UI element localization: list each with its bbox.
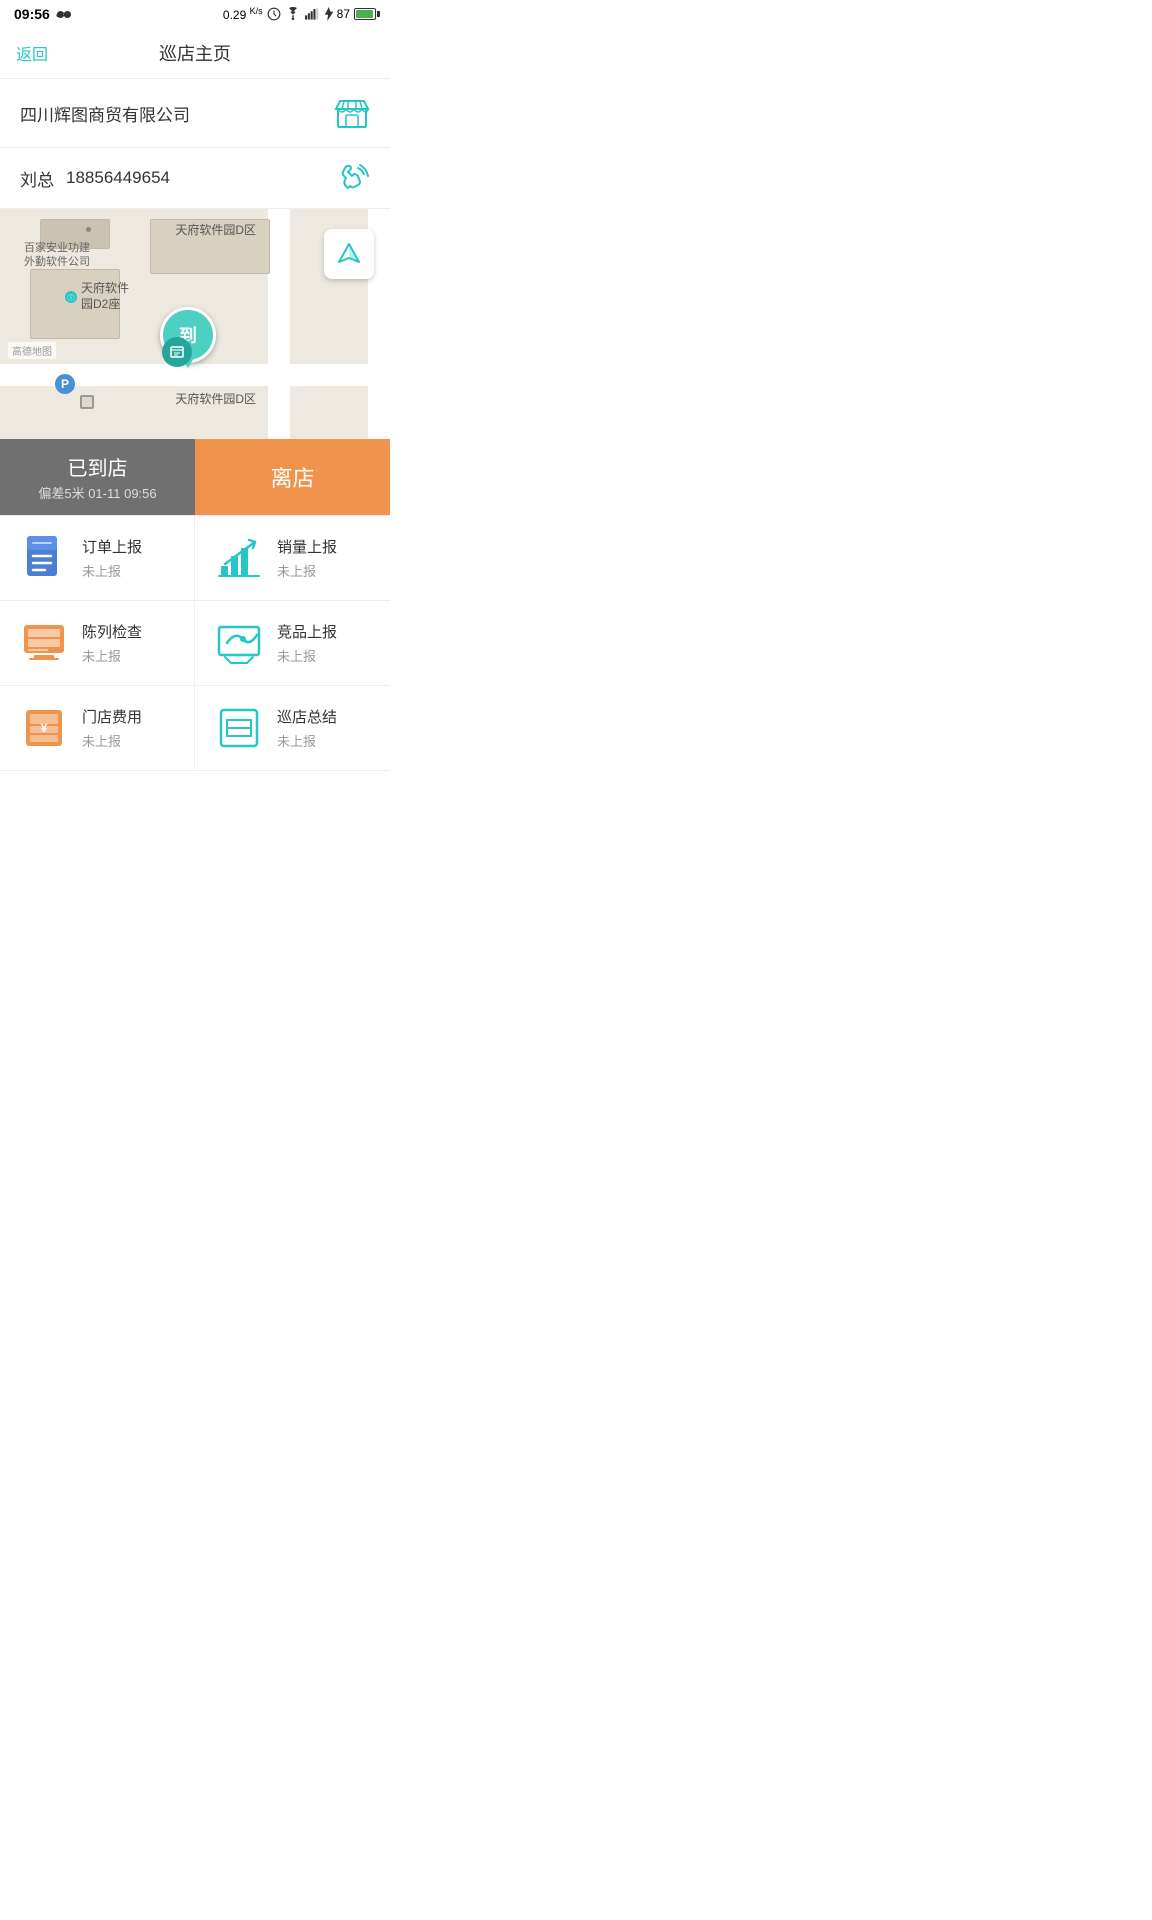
marker-sub-icon [162, 337, 192, 367]
company-section: 四川辉图商贸有限公司 [0, 79, 390, 148]
leave-label: 离店 [270, 461, 314, 493]
status-left: 09:56 ∞ [14, 6, 73, 22]
back-button[interactable]: 返回 [16, 41, 48, 65]
navigate-button[interactable] [324, 229, 374, 279]
map-label-park-d-bottom: 天府软件园D区 [171, 388, 260, 409]
action-item-competitor[interactable]: 竞品上报 未上报 [195, 601, 390, 686]
company-name: 四川辉图商贸有限公司 [20, 101, 190, 126]
map-label-d2: ⓘ 天府软件园D2座 [60, 279, 133, 314]
action-grid: 订单上报 未上报 销量上报 未上报 [0, 515, 390, 771]
fee-title: 门店费用 [82, 706, 142, 727]
order-icon [20, 534, 68, 582]
arrived-sub: 偏差5米 01-11 09:56 [38, 483, 156, 502]
fee-icon: ¥ [20, 704, 68, 752]
charging-icon [323, 7, 333, 21]
display-title: 陈列检查 [82, 621, 142, 642]
action-item-fee[interactable]: ¥ 门店费用 未上报 [0, 686, 195, 771]
clock-icon [267, 7, 281, 21]
action-text-sales: 销量上报 未上报 [277, 536, 337, 580]
map-watermark: 高德地图 [8, 342, 56, 359]
signal-icon [305, 7, 319, 21]
summary-status: 未上报 [277, 731, 337, 750]
status-right: 0.29 K/s 87 [223, 6, 376, 22]
action-text-competitor: 竞品上报 未上报 [277, 621, 337, 665]
sales-status: 未上报 [277, 561, 337, 580]
action-item-summary[interactable]: 巡店总结 未上报 [195, 686, 390, 771]
page-title: 巡店主页 [159, 40, 231, 66]
map-actions: 已到店 偏差5米 01-11 09:56 离店 [0, 439, 390, 515]
map-section: 天府软件园D区 百家安业功建外勤软件公司 ⓘ 天府软件园D2座 天府软件园D区 … [0, 209, 390, 439]
page-header: 返回 巡店主页 [0, 28, 390, 79]
action-item-display[interactable]: 陈列检查 未上报 [0, 601, 195, 686]
action-text-order: 订单上报 未上报 [82, 536, 142, 580]
contact-name: 刘总 [20, 166, 54, 191]
summary-icon [215, 704, 263, 752]
arrived-label: 已到店 [68, 452, 128, 481]
speed-display: 0.29 K/s [223, 6, 263, 22]
svg-text:∞: ∞ [56, 10, 62, 20]
parking-icon: P [55, 374, 75, 394]
small-building [80, 395, 94, 409]
sales-title: 销量上报 [277, 536, 337, 557]
action-item-order[interactable]: 订单上报 未上报 [0, 516, 195, 601]
contact-info: 刘总 18856449654 [20, 166, 170, 191]
infinity-icon: ∞ [55, 7, 73, 21]
competitor-icon [215, 619, 263, 667]
status-bar: 09:56 ∞ 0.29 K/s [0, 0, 390, 28]
leave-button[interactable]: 离店 [195, 439, 390, 515]
map-label-park-d: 天府软件园D区 [171, 219, 260, 240]
svg-text:¥: ¥ [41, 721, 48, 735]
arrived-button[interactable]: 已到店 偏差5米 01-11 09:56 [0, 439, 195, 515]
action-item-sales[interactable]: 销量上报 未上报 [195, 516, 390, 601]
battery-level: 87 [337, 7, 350, 21]
order-title: 订单上报 [82, 536, 142, 557]
phone-icon[interactable] [338, 162, 370, 194]
svg-text:ⓘ: ⓘ [68, 294, 75, 302]
road-vertical [268, 209, 290, 439]
contact-phone: 18856449654 [66, 168, 170, 188]
map-background: 天府软件园D区 百家安业功建外勤软件公司 ⓘ 天府软件园D2座 天府软件园D区 … [0, 209, 390, 439]
wifi-icon [285, 7, 301, 21]
action-text-fee: 门店费用 未上报 [82, 706, 142, 750]
order-status: 未上报 [82, 561, 142, 580]
battery-icon [354, 8, 376, 20]
contact-section[interactable]: 刘总 18856449654 [0, 148, 390, 209]
display-icon [20, 619, 68, 667]
map-label-company: 百家安业功建外勤软件公司 [20, 239, 94, 272]
display-status: 未上报 [82, 646, 142, 665]
status-time: 09:56 [14, 6, 50, 22]
store-icon [334, 95, 370, 131]
action-text-display: 陈列检查 未上报 [82, 621, 142, 665]
action-text-summary: 巡店总结 未上报 [277, 706, 337, 750]
competitor-title: 竞品上报 [277, 621, 337, 642]
map-dot [86, 227, 91, 232]
fee-status: 未上报 [82, 731, 142, 750]
sales-icon [215, 534, 263, 582]
competitor-status: 未上报 [277, 646, 337, 665]
summary-title: 巡店总结 [277, 706, 337, 727]
